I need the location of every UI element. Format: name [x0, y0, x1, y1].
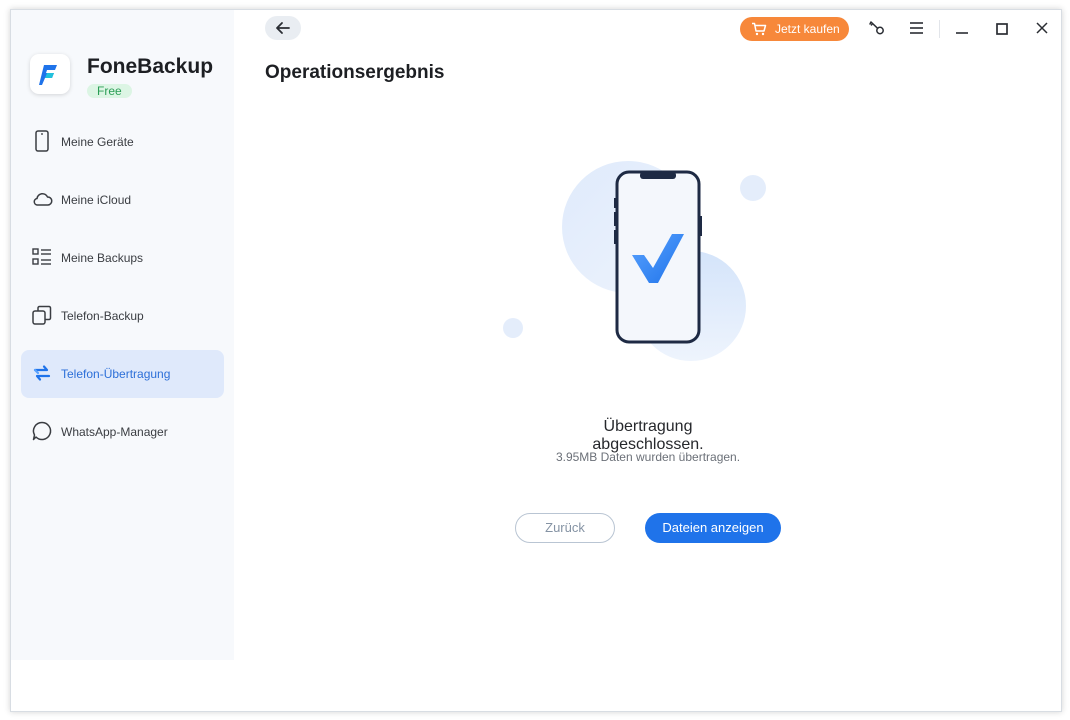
- success-illustration: [481, 150, 771, 370]
- app-logo-icon: [30, 54, 70, 94]
- sidebar-item-label: Meine iCloud: [61, 193, 132, 207]
- sidebar-item-label: Meine Backups: [61, 251, 144, 265]
- result-subtitle: 3.95MB Daten wurden übertragen.: [555, 450, 741, 464]
- copy-icon: [31, 304, 53, 326]
- page-title: Operationsergebnis: [265, 62, 445, 83]
- cart-icon: [752, 22, 767, 36]
- buy-now-label: Jetzt kaufen: [775, 22, 840, 36]
- sidebar-item-label: Telefon-Backup: [61, 309, 144, 323]
- back-arrow-icon: [276, 22, 290, 34]
- sidebar-item-whatsapp-manager[interactable]: WhatsApp-Manager: [21, 408, 224, 456]
- cloud-icon: [31, 188, 53, 210]
- sidebar: FoneBackup Free Meine Geräte Meine iClou…: [11, 10, 234, 660]
- sidebar-item-label: WhatsApp-Manager: [61, 425, 168, 439]
- plan-badge: Free: [87, 84, 132, 98]
- sidebar-item-label: Meine Geräte: [61, 135, 134, 149]
- sidebar-item-meine-geraete[interactable]: Meine Geräte: [21, 118, 224, 166]
- chat-bubble-icon: [31, 420, 53, 442]
- sidebar-item-meine-backups[interactable]: Meine Backups: [21, 234, 224, 282]
- minimize-icon[interactable]: [952, 18, 972, 38]
- sidebar-item-telefon-backup[interactable]: Telefon-Backup: [21, 292, 224, 340]
- close-icon[interactable]: [1032, 18, 1052, 38]
- sidebar-item-meine-icloud[interactable]: Meine iCloud: [21, 176, 224, 224]
- show-files-button[interactable]: Dateien anzeigen: [645, 513, 781, 543]
- sidebar-item-telefon-uebertragung[interactable]: Telefon-Übertragung: [21, 350, 224, 398]
- key-icon[interactable]: [867, 18, 887, 38]
- menu-icon[interactable]: [907, 19, 927, 39]
- transfer-arrows-icon: [31, 362, 53, 384]
- maximize-icon[interactable]: [992, 18, 1012, 38]
- phone-icon: [31, 130, 53, 152]
- result-title: Übertragung abgeschlossen.: [592, 418, 704, 453]
- back-button[interactable]: [265, 16, 301, 40]
- back-button-secondary[interactable]: Zurück: [515, 513, 615, 543]
- toolbar-divider: [939, 20, 940, 38]
- sidebar-item-label: Telefon-Übertragung: [61, 367, 171, 381]
- app-window: FoneBackup Free Meine Geräte Meine iClou…: [10, 9, 1062, 712]
- buy-now-button[interactable]: Jetzt kaufen: [740, 17, 849, 41]
- list-icon: [31, 246, 53, 268]
- app-name: FoneBackup: [87, 55, 214, 78]
